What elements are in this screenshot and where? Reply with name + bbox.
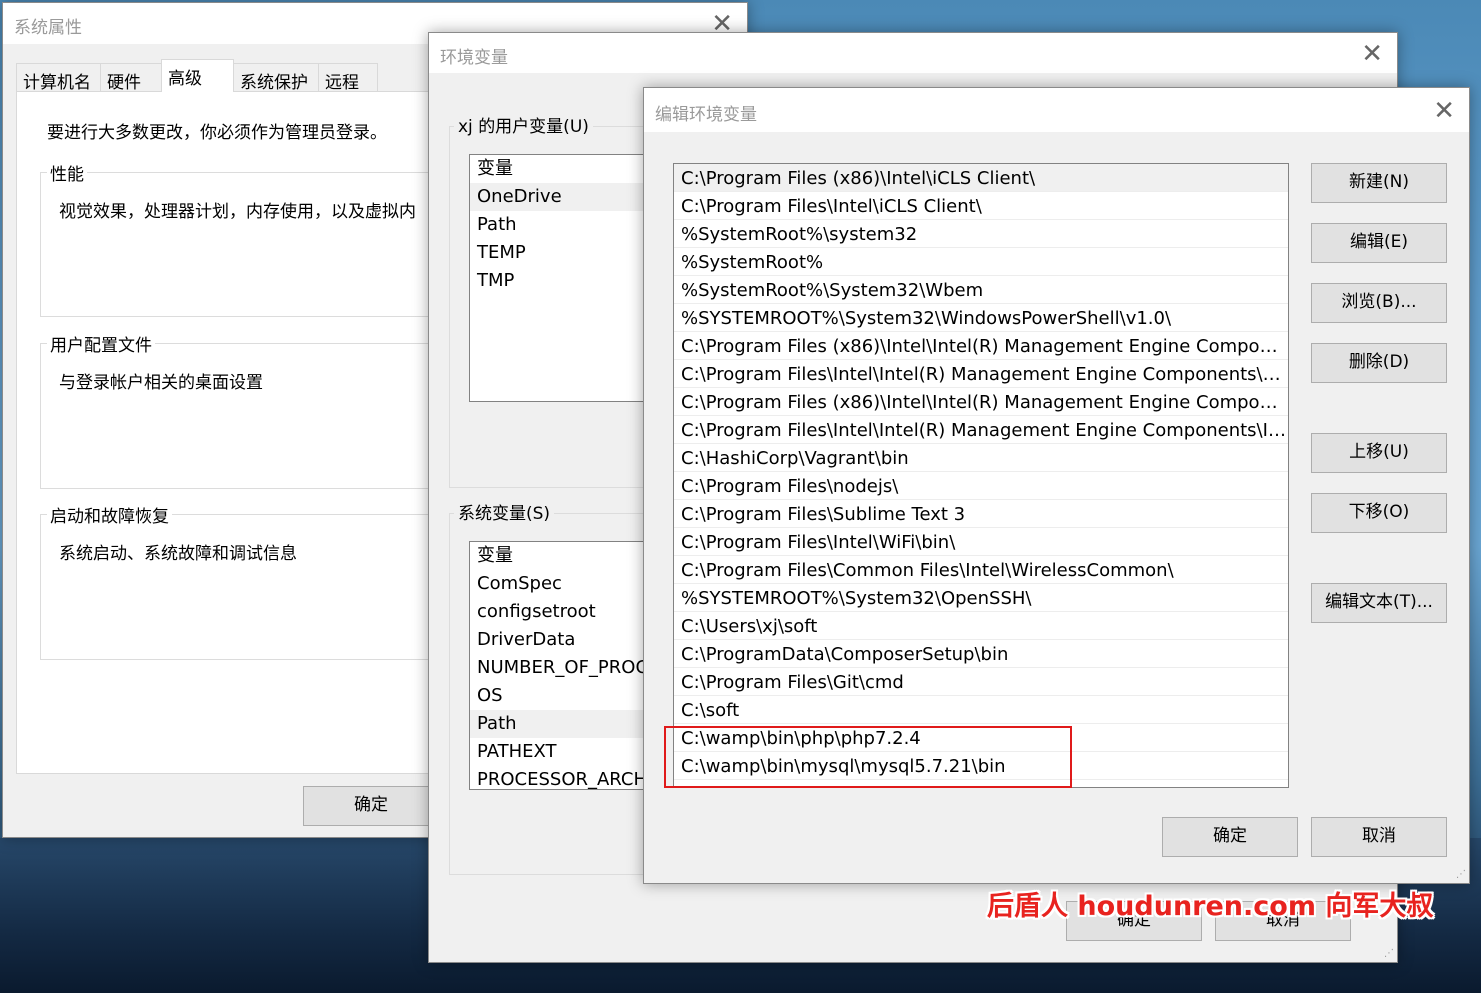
group-desc: 视觉效果，处理器计划，内存使用，以及虚拟内 bbox=[59, 202, 416, 222]
path-entry[interactable]: C:\Program Files\Intel\WiFi\bin\ bbox=[674, 528, 1288, 556]
path-entry[interactable]: C:\Program Files\Sublime Text 3 bbox=[674, 500, 1288, 528]
dialog-title: 系统属性 bbox=[14, 18, 82, 38]
group-title: 用户配置文件 bbox=[47, 331, 155, 356]
path-entries-list[interactable]: C:\Program Files (x86)\Intel\iCLS Client… bbox=[673, 163, 1289, 788]
path-entry[interactable]: C:\Program Files\Intel\Intel(R) Manageme… bbox=[674, 416, 1288, 444]
highlight-box bbox=[664, 726, 1072, 788]
admin-note: 要进行大多数更改，你必须作为管理员登录。 bbox=[47, 123, 387, 143]
path-entry[interactable]: C:\HashiCorp\Vagrant\bin bbox=[674, 444, 1288, 472]
tab-computer-name[interactable]: 计算机名 bbox=[16, 63, 101, 93]
move-up-button[interactable]: 上移(U) bbox=[1311, 433, 1447, 473]
ok-button[interactable]: 确定 bbox=[303, 786, 439, 826]
path-entry[interactable]: C:\Program Files\nodejs\ bbox=[674, 472, 1288, 500]
path-entry[interactable]: C:\Program Files\Common Files\Intel\Wire… bbox=[674, 556, 1288, 584]
tab-advanced[interactable]: 高级 bbox=[161, 59, 234, 92]
title-bar: 环境变量 ✕ bbox=[429, 33, 1397, 73]
edit-text-button[interactable]: 编辑文本(T)... bbox=[1311, 583, 1447, 623]
group-title: 系统变量(S) bbox=[454, 499, 555, 524]
close-icon[interactable]: ✕ bbox=[1433, 96, 1455, 126]
edit-button[interactable]: 编辑(E) bbox=[1311, 223, 1447, 263]
path-entry[interactable]: C:\Program Files (x86)\Intel\Intel(R) Ma… bbox=[674, 332, 1288, 360]
new-button[interactable]: 新建(N) bbox=[1311, 163, 1447, 203]
cancel-button[interactable]: 取消 bbox=[1311, 817, 1447, 857]
path-entry[interactable]: %SystemRoot% bbox=[674, 248, 1288, 276]
path-entry[interactable]: C:\Users\xj\soft bbox=[674, 612, 1288, 640]
group-title: 启动和故障恢复 bbox=[47, 502, 172, 527]
path-entry[interactable]: %SystemRoot%\System32\Wbem bbox=[674, 276, 1288, 304]
close-icon[interactable]: ✕ bbox=[1361, 39, 1383, 69]
group-title: xj 的用户变量(U) bbox=[454, 112, 593, 137]
move-down-button[interactable]: 下移(O) bbox=[1311, 493, 1447, 533]
group-desc: 与登录帐户相关的桌面设置 bbox=[59, 373, 263, 393]
ok-button[interactable]: 确定 bbox=[1162, 817, 1298, 857]
tab-hardware[interactable]: 硬件 bbox=[100, 63, 162, 93]
path-entry[interactable]: C:\soft bbox=[674, 696, 1288, 724]
path-entry[interactable]: C:\Program Files (x86)\Intel\iCLS Client… bbox=[674, 164, 1288, 192]
path-entry[interactable]: C:\Program Files\Git\cmd bbox=[674, 668, 1288, 696]
path-entry[interactable]: %SystemRoot%\system32 bbox=[674, 220, 1288, 248]
tab-remote[interactable]: 远程 bbox=[318, 63, 378, 93]
title-bar: 编辑环境变量 ✕ bbox=[644, 88, 1469, 132]
path-entry[interactable]: C:\ProgramData\ComposerSetup\bin bbox=[674, 640, 1288, 668]
dialog-title: 编辑环境变量 bbox=[655, 105, 757, 125]
path-entry[interactable]: %SYSTEMROOT%\System32\WindowsPowerShell\… bbox=[674, 304, 1288, 332]
group-desc: 系统启动、系统故障和调试信息 bbox=[59, 544, 297, 564]
path-entry[interactable]: C:\Program Files\Intel\iCLS Client\ bbox=[674, 192, 1288, 220]
path-entry[interactable]: C:\Program Files (x86)\Intel\Intel(R) Ma… bbox=[674, 388, 1288, 416]
resize-grip-icon[interactable]: ⋰ bbox=[1384, 948, 1394, 959]
edit-environment-variable-dialog: 编辑环境变量 ✕ C:\Program Files (x86)\Intel\iC… bbox=[643, 87, 1470, 884]
group-title: 性能 bbox=[47, 160, 87, 185]
resize-grip-icon[interactable]: ⋰ bbox=[1456, 869, 1466, 880]
dialog-title: 环境变量 bbox=[440, 48, 508, 68]
tab-system-protection[interactable]: 系统保护 bbox=[233, 63, 319, 93]
watermark-text: 后盾人 houdunren.com 向军大叔 bbox=[987, 891, 1434, 922]
path-entry[interactable]: C:\Program Files\Intel\Intel(R) Manageme… bbox=[674, 360, 1288, 388]
browse-button[interactable]: 浏览(B)... bbox=[1311, 283, 1447, 323]
delete-button[interactable]: 删除(D) bbox=[1311, 343, 1447, 383]
path-entry[interactable]: %SYSTEMROOT%\System32\OpenSSH\ bbox=[674, 584, 1288, 612]
